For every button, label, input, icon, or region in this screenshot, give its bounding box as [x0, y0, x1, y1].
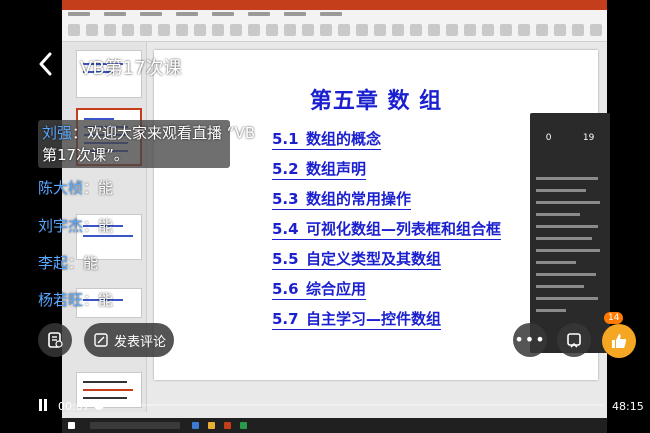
chat-user: 杨若旺 — [38, 291, 84, 309]
more-button[interactable]: ••• — [513, 323, 547, 357]
more-icon: ••• — [514, 330, 546, 349]
taskbar-app-icon — [208, 422, 215, 429]
chat-message: 陈大桢：能 — [38, 177, 113, 199]
chat-message: 杨若旺：能 — [38, 289, 113, 311]
back-icon[interactable] — [38, 52, 60, 80]
video-title: VB第17次课 — [80, 58, 182, 79]
contents-item: 5.2 数组声明 — [272, 160, 367, 180]
chat-message-welcome: 刘强：欢迎大家来观看直播 “VB 第17次课”。 — [38, 120, 255, 168]
cast-button[interactable] — [557, 323, 591, 357]
windows-taskbar — [62, 418, 607, 433]
chat-text: ：能 — [83, 217, 114, 235]
chat-message: 李起：能 — [38, 252, 98, 274]
like-widget[interactable]: 14 — [600, 312, 640, 358]
ppt-titlebar — [62, 0, 607, 10]
taskbar-app-icon — [224, 422, 231, 429]
cast-icon — [567, 333, 581, 348]
like-count: 14 — [604, 312, 624, 324]
current-time: 00:07 — [58, 400, 90, 413]
contents-item: 5.6 综合应用 — [272, 280, 367, 300]
contents-item: 5.7 自主学习—控件数组 — [272, 310, 442, 330]
like-button[interactable] — [602, 324, 636, 358]
ppt-ribbon — [62, 10, 607, 42]
comment-icon — [94, 333, 108, 347]
contents-item: 5.4 可视化数组—列表框和组合框 — [272, 220, 502, 240]
ribbon-tools — [68, 24, 602, 36]
taskbar-app-icon — [240, 422, 247, 429]
chat-user: 李起 — [38, 254, 69, 272]
contents-item: 5.1 数组的概念 — [272, 130, 382, 150]
taskbar-app-icon — [192, 422, 199, 429]
stat-value: 19 — [582, 133, 595, 143]
thumbs-up-icon — [612, 334, 627, 348]
document-icon — [48, 332, 63, 348]
start-icon — [68, 422, 75, 429]
ribbon-tabs — [68, 12, 342, 20]
chat-text: ：能 — [83, 291, 114, 309]
stat-value: 0 — [545, 133, 552, 143]
side-panel-stats: 0 19 — [530, 113, 610, 169]
progress-bar[interactable] — [94, 400, 604, 410]
live-video-player[interactable]: 第五章 数 组 5.1 数组的概念 5.2 数组声明 5.3 数组的常用操作 5.4 可… — [0, 0, 650, 433]
slide-title: 第五章 数 组 — [309, 89, 443, 114]
pause-button[interactable] — [37, 399, 49, 413]
chat-user: 陈大桢 — [38, 179, 84, 197]
comment-button[interactable]: 发表评论 — [84, 323, 174, 357]
comment-label: 发表评论 — [114, 334, 167, 350]
side-panel-messages — [536, 177, 600, 321]
contents-item: 5.3 数组的常用操作 — [272, 190, 412, 210]
chat-message: 刘强：欢迎大家来观看直播 “VB 第17次课”。 — [38, 120, 255, 168]
chat-user: 刘强 — [42, 124, 73, 142]
presenter-side-panel: 0 19 — [530, 113, 610, 353]
total-time: 48:15 — [612, 400, 644, 413]
taskbar-search-box — [90, 422, 180, 429]
chat-message: 刘宇杰：能 — [38, 215, 113, 237]
chat-text: ：能 — [83, 179, 114, 197]
chat-user: 刘宇杰 — [38, 217, 84, 235]
contents-item: 5.5 自定义类型及其数组 — [272, 250, 442, 270]
chat-text: ：能 — [68, 254, 99, 272]
chat-text: 第17次课”。 — [42, 146, 129, 164]
chat-text: ：欢迎大家来观看直播 “VB — [72, 124, 256, 142]
document-icon-button[interactable] — [38, 323, 72, 357]
